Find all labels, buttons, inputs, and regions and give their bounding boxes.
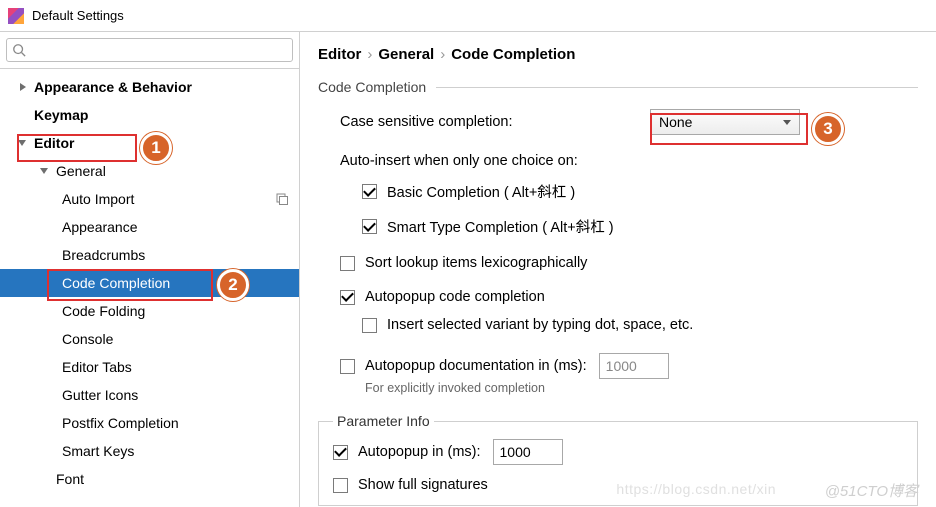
crumb-general[interactable]: General [378,46,434,63]
window-title: Default Settings [32,8,124,23]
search-input[interactable] [6,38,293,62]
checkbox-sort[interactable] [340,256,355,271]
tree-item-postfix-completion[interactable]: Postfix Completion [0,409,299,437]
combo-value: None [659,114,692,130]
tree-item-console[interactable]: Console [0,325,299,353]
checkbox-insert-variant[interactable] [362,318,377,333]
crumb-editor[interactable]: Editor [318,46,361,63]
settings-tree: Appearance & Behavior Keymap Editor Gene… [0,69,299,507]
section-parameter-info: Parameter Info Autopopup in (ms): Show f… [318,413,918,506]
settings-sidebar: Appearance & Behavior Keymap Editor Gene… [0,32,300,507]
field-autopopup-doc[interactable]: Autopopup documentation in (ms): [340,353,918,379]
tree-item-font[interactable]: Font [0,465,299,493]
titlebar: Default Settings [0,0,936,32]
field-autopopup-code[interactable]: Autopopup code completion [340,289,918,305]
tree-item-smart-keys[interactable]: Smart Keys [0,437,299,465]
autopopup-doc-ms-input [599,353,669,379]
autopopup-ms-input[interactable] [493,439,563,465]
tree-item-appearance-behavior[interactable]: Appearance & Behavior [0,73,299,101]
settings-main: Editor › General › Code Completion Code … [300,32,936,507]
tree-item-code-folding[interactable]: Code Folding [0,297,299,325]
app-icon [8,8,24,24]
legend-parameter-info: Parameter Info [333,413,434,429]
tree-item-auto-import[interactable]: Auto Import [0,185,299,213]
chevron-down-icon [783,120,791,125]
tree-item-breadcrumbs[interactable]: Breadcrumbs [0,241,299,269]
tree-item-code-completion[interactable]: Code Completion [0,269,299,297]
checkbox-autopopup-doc[interactable] [340,359,355,374]
checkbox-autopopup-code[interactable] [340,290,355,305]
chevron-right-icon: › [367,46,372,63]
chevron-right-icon: › [440,46,445,63]
checkbox-autopopup-in[interactable] [333,445,348,460]
field-basic-completion[interactable]: Basic Completion ( Alt+斜杠 ) [340,181,918,202]
case-sensitive-combo[interactable]: None [650,109,800,135]
breadcrumb: Editor › General › Code Completion [318,46,918,63]
field-show-full-signatures[interactable]: Show full signatures [333,477,903,493]
tree-item-general[interactable]: General [0,157,299,185]
section-code-completion: Code Completion [318,79,918,95]
tree-item-keymap[interactable]: Keymap [0,101,299,129]
field-autopopup-in[interactable]: Autopopup in (ms): [333,439,903,465]
chevron-down-icon [40,165,52,177]
checkbox-basic[interactable] [362,184,377,199]
search-box[interactable] [6,38,293,62]
crumb-code-completion[interactable]: Code Completion [451,46,575,63]
checkbox-show-full[interactable] [333,478,348,493]
tree-item-editor-tabs[interactable]: Editor Tabs [0,353,299,381]
tree-item-gutter-icons[interactable]: Gutter Icons [0,381,299,409]
tree-item-appearance[interactable]: Appearance [0,213,299,241]
chevron-right-icon [18,81,30,93]
chevron-down-icon [18,137,30,149]
field-case-sensitive: Case sensitive completion: None [340,109,918,135]
hint-autopopup-doc: For explicitly invoked completion [365,381,918,395]
label-auto-insert: Auto-insert when only one choice on: [340,153,918,169]
tree-item-editor[interactable]: Editor [0,129,299,157]
checkbox-smart[interactable] [362,219,377,234]
label-case-sensitive: Case sensitive completion: [340,114,650,130]
field-smart-completion[interactable]: Smart Type Completion ( Alt+斜杠 ) [340,216,918,237]
copy-icon [275,192,289,206]
field-sort-lexicographically[interactable]: Sort lookup items lexicographically [340,255,918,271]
search-icon [12,43,26,57]
field-insert-variant[interactable]: Insert selected variant by typing dot, s… [362,317,918,333]
